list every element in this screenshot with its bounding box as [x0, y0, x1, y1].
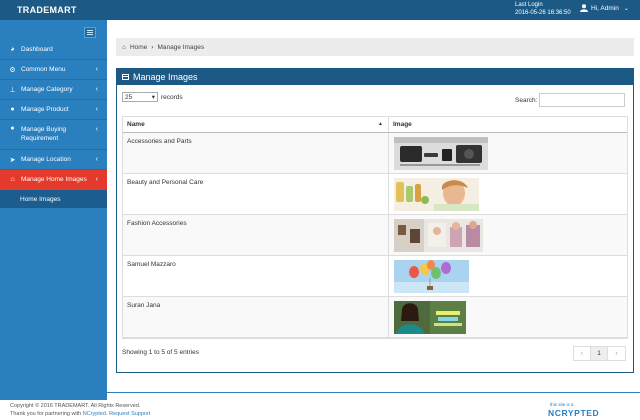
sidebar-menu: ◕ Dashboard ⚙ Common Menu ‹ ⊥ Manage Cat… — [0, 40, 107, 208]
chevron-left-icon: ‹ — [95, 156, 98, 163]
records-label: records — [161, 93, 183, 101]
cogs-icon: ⚙ — [9, 66, 16, 74]
row-name: Beauty and Personal Care — [123, 174, 389, 214]
user-greeting: Hi, Admin — [591, 4, 619, 12]
page-length-control: 25 ▾ records — [122, 92, 183, 102]
ncrypted-logo[interactable]: this site is a NCRYPTED — [548, 402, 630, 418]
images-table: Name ▲ Image Accessories and Parts Beaut… — [122, 116, 628, 339]
table-row: Beauty and Personal Care — [123, 174, 627, 215]
search-label: Search: — [515, 96, 538, 104]
sidebar-item-common-menu[interactable]: ⚙ Common Menu ‹ — [0, 60, 107, 80]
chevron-left-icon: ‹ — [95, 126, 98, 133]
table-row: Accessories and Parts — [123, 133, 627, 174]
footer: Copyright © 2016 TRADEMART. All Rights R… — [10, 402, 150, 418]
table-row: Fashion Accessories — [123, 215, 627, 256]
pagination-prev-button[interactable]: ‹ — [574, 347, 591, 360]
last-login-label: Last Login — [515, 2, 543, 8]
chevron-left-icon: ‹ — [95, 106, 98, 113]
pagination-next-button[interactable]: › — [608, 347, 625, 360]
home-icon: ⌂ — [122, 43, 126, 51]
search-control: Search: — [515, 93, 626, 107]
fashion-thumbnail — [394, 219, 483, 252]
manage-images-panel: Manage Images 25 ▾ records Search: Name … — [116, 68, 634, 373]
sidebar: ◕ Dashboard ⚙ Common Menu ‹ ⊥ Manage Cat… — [0, 20, 107, 400]
last-login-time: 2016-05-26 16:36:50 — [515, 10, 571, 16]
dashboard-icon: ◕ — [10, 46, 15, 53]
breadcrumb: ⌂ Home › Manage Images — [116, 38, 634, 56]
table-row: Samuel Mazzaro — [123, 256, 627, 297]
column-header-label: Image — [393, 121, 412, 128]
sidebar-item-label: Manage Home Images — [21, 176, 87, 183]
page-length-value: 25 — [125, 93, 133, 101]
sidebar-item-label: Manage Product — [21, 106, 69, 113]
accessories-thumbnail — [394, 137, 488, 170]
breadcrumb-home-link[interactable]: Home — [130, 44, 147, 51]
footer-copyright: Copyright © 2016 TRADEMART. All Rights R… — [10, 403, 141, 409]
column-header-label: Name — [127, 121, 145, 128]
sidebar-item-dashboard[interactable]: ◕ Dashboard — [0, 40, 107, 60]
sitemap-icon: ⊥ — [9, 86, 16, 94]
page-length-select[interactable]: 25 ▾ — [122, 92, 158, 102]
logo-word: NCRYPTED — [548, 408, 600, 418]
user-icon: ● — [10, 125, 15, 132]
location-arrow-icon: ➤ — [9, 156, 16, 164]
sidebar-subitem-home-images[interactable]: Home Images — [0, 190, 107, 208]
breadcrumb-current: Manage Images — [157, 43, 205, 51]
table-row: Suran Jana — [123, 297, 627, 338]
footer-company-link[interactable]: NCrypted — [83, 411, 106, 417]
balloons-thumbnail — [394, 260, 469, 293]
row-name: Accessories and Parts — [123, 133, 389, 173]
sidebar-toggle-button[interactable] — [84, 27, 96, 38]
panel-title: Manage Images — [133, 72, 198, 82]
sidebar-item-manage-location[interactable]: ➤ Manage Location ‹ — [0, 150, 107, 170]
chevron-down-icon: ⌄ — [623, 5, 629, 12]
pagination: ‹ 1 › — [573, 346, 626, 361]
caret-down-icon: ▾ — [151, 94, 155, 101]
search-input[interactable] — [539, 93, 626, 107]
sort-asc-icon: ▲ — [378, 121, 383, 127]
row-name: Samuel Mazzaro — [123, 256, 389, 296]
footer-thanks: Thank you for partnering with NCrypted. … — [10, 410, 150, 418]
brand-logo[interactable]: TRADEMART — [17, 5, 77, 15]
table-info: Showing 1 to 5 of 5 entries — [122, 349, 199, 356]
user-menu[interactable]: Hi, Admin ⌄ — [580, 4, 629, 12]
window-icon — [122, 74, 129, 80]
chevron-left-icon: ‹ — [95, 86, 98, 93]
table-header: Name ▲ Image — [123, 117, 627, 133]
pagination-page-1[interactable]: 1 — [591, 347, 608, 360]
footer-divider — [0, 392, 640, 393]
row-name: Fashion Accessories — [123, 215, 389, 255]
request-support-link[interactable]: Request Support — [109, 411, 150, 417]
footer-thanks-prefix: Thank you for partnering with — [10, 411, 82, 417]
top-bar: TRADEMART Last Login 2016-05-26 16:36:50… — [0, 0, 640, 20]
column-header-name[interactable]: Name ▲ — [123, 117, 389, 132]
sidebar-item-label: Manage Location — [21, 156, 71, 163]
sidebar-item-label: Manage Buying Requirement — [21, 126, 67, 142]
woman-portrait-thumbnail — [394, 301, 466, 334]
user-icon: ● — [10, 106, 15, 113]
logo-tagline: this site is a — [550, 402, 574, 407]
column-header-image: Image — [389, 117, 627, 132]
last-login: Last Login 2016-05-26 16:36:50 — [515, 1, 571, 17]
sidebar-item-label: Manage Category — [21, 86, 73, 93]
sidebar-item-manage-buying-requirement[interactable]: ● Manage Buying Requirement ‹ — [0, 120, 107, 150]
home-icon: ⌂ — [10, 176, 15, 183]
sidebar-item-label: Dashboard — [21, 46, 53, 53]
chevron-left-icon: ‹ — [95, 66, 98, 73]
breadcrumb-separator-icon: › — [151, 43, 154, 51]
beauty-thumbnail — [394, 178, 479, 211]
panel-header: Manage Images — [117, 69, 633, 85]
sidebar-item-label: Common Menu — [21, 66, 66, 73]
sidebar-item-manage-home-images[interactable]: ⌂ Manage Home Images ‹ — [0, 170, 107, 190]
sidebar-item-manage-category[interactable]: ⊥ Manage Category ‹ — [0, 80, 107, 100]
row-name: Suran Jana — [123, 297, 389, 337]
sidebar-item-manage-product[interactable]: ● Manage Product ‹ — [0, 100, 107, 120]
user-icon — [580, 4, 588, 12]
chevron-left-icon: ‹ — [95, 176, 98, 183]
